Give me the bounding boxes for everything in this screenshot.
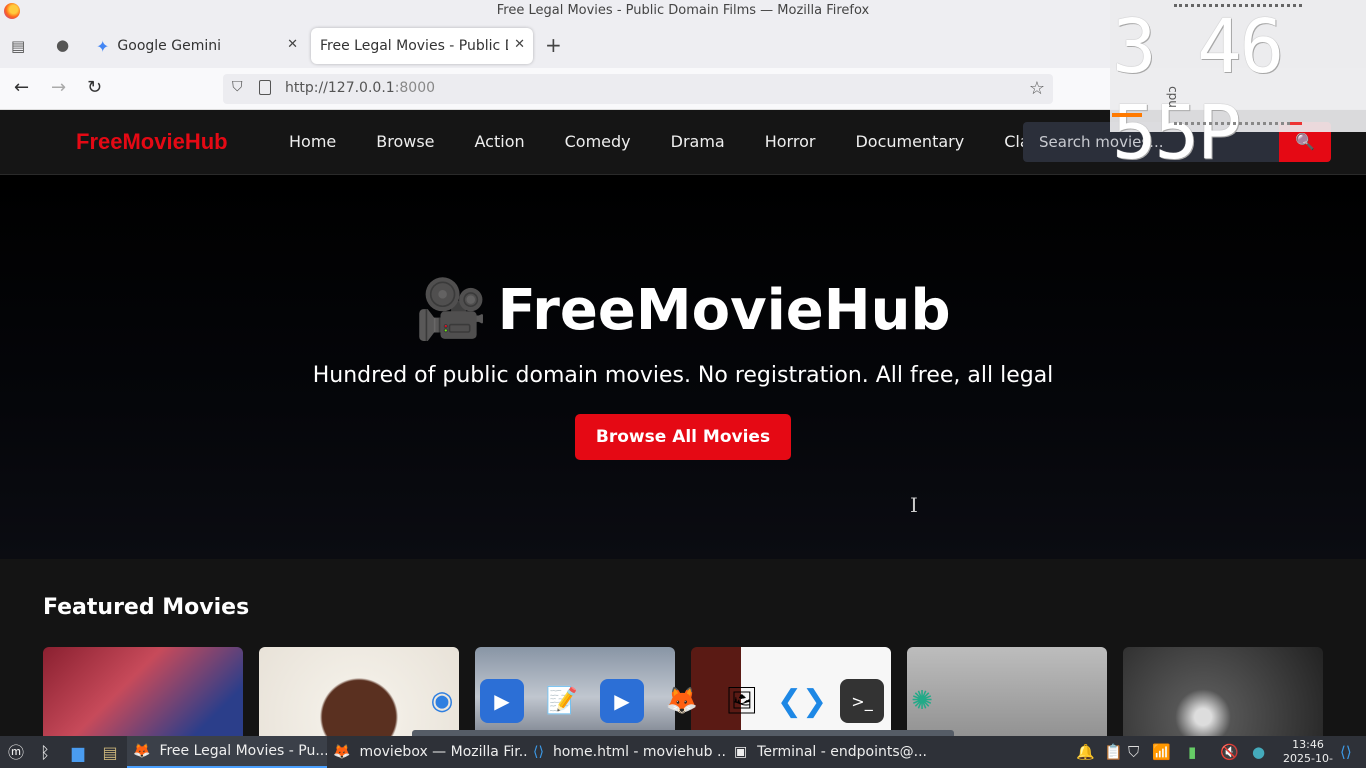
menu-item-comedy[interactable]: Comedy <box>565 132 631 151</box>
firefox-icon[interactable]: 🦊 <box>660 679 704 723</box>
menu-item-home[interactable]: Home <box>289 132 336 151</box>
terminal-icon[interactable]: >_ <box>840 679 884 723</box>
update-icon[interactable]: ● <box>1252 743 1265 761</box>
menu-item-documentary[interactable]: Documentary <box>855 132 964 151</box>
text-editor-icon[interactable]: 📝 <box>540 679 584 723</box>
bluetooth-icon[interactable]: ᛒ <box>35 743 55 763</box>
page-info-icon[interactable] <box>259 80 271 95</box>
menu-icon[interactable]: ⓜ <box>6 743 26 763</box>
menu-item-drama[interactable]: Drama <box>671 132 725 151</box>
clipboard-icon[interactable]: 📋 <box>1104 743 1123 761</box>
video-player-icon[interactable]: ▶ <box>480 679 524 723</box>
text-cursor-icon: I <box>910 493 918 517</box>
system-taskbar: ⓜ ᛒ ▆ ▤ 🦊 Free Legal Movies - Pu... 🦊 movi… <box>0 736 1366 768</box>
terminal-icon: ▣ <box>733 744 748 760</box>
hero-title: 🎥 FreeMovieHub <box>415 275 951 343</box>
hero-subtitle: Hundred of public domain movies. No regi… <box>312 363 1054 388</box>
vscode-icon: ⟨⟩ <box>533 744 544 760</box>
movie-card-thumbnail[interactable] <box>1123 647 1323 747</box>
github-icon[interactable]: ● <box>56 36 69 54</box>
tab-overview-icon[interactable]: ▤ <box>11 37 25 55</box>
taskbar-task[interactable]: ⟨⟩ home.html - moviehub ... <box>527 736 727 768</box>
image-viewer-icon[interactable]: 🖼 <box>720 679 764 723</box>
thunderbird-icon[interactable]: ◉ <box>420 679 464 723</box>
reload-icon[interactable]: ↻ <box>87 77 102 98</box>
shield-icon[interactable]: ⛉ <box>232 79 243 95</box>
tab-label: Free Legal Movies - Public Domain Films <box>320 38 508 54</box>
back-icon[interactable]: ← <box>14 77 29 98</box>
wifi-icon[interactable]: 📶 <box>1152 743 1171 761</box>
movie-camera-icon: 🎥 <box>415 275 488 343</box>
url-text[interactable]: http://127.0.0.1:8000 <box>285 80 435 96</box>
clock-digits: 3 46 55P <box>1112 4 1284 176</box>
forward-icon[interactable]: → <box>51 77 66 98</box>
shield-icon[interactable]: ⛉ <box>1128 743 1139 761</box>
clock-widget: 3 46 55P cpu <box>1110 0 1366 176</box>
menu-item-browse[interactable]: Browse <box>376 132 434 151</box>
aperture-icon[interactable]: ✺ <box>900 679 944 723</box>
site-logo[interactable]: FreeMovieHub <box>76 129 228 155</box>
vscode-icon[interactable]: ❮❯ <box>777 679 827 723</box>
tab-google-gemini[interactable]: ✦ Google Gemini ✕ <box>84 28 306 64</box>
close-tab-icon[interactable]: ✕ <box>514 37 525 52</box>
taskbar-clock[interactable]: 13:46 2025-10-10 <box>1278 738 1338 768</box>
tab-label: Google Gemini <box>117 38 221 54</box>
battery-icon[interactable]: ▮ <box>1188 743 1196 761</box>
taskbar-task[interactable]: 🦊 Free Legal Movies - Pu... <box>127 736 327 768</box>
cpu-label: cpu <box>1165 86 1180 108</box>
vscode-icon[interactable]: ⟨⟩ <box>1340 743 1352 761</box>
new-tab-icon[interactable]: + <box>545 33 562 57</box>
browse-all-movies-button[interactable]: Browse All Movies <box>575 414 791 460</box>
notification-bell-icon[interactable]: 🔔 <box>1076 743 1095 761</box>
bookmark-star-icon[interactable]: ☆ <box>1029 78 1045 99</box>
gemini-icon: ✦ <box>96 36 110 56</box>
menu-item-horror[interactable]: Horror <box>765 132 816 151</box>
taskbar-task[interactable]: 🦊 moviebox — Mozilla Fir... <box>327 736 527 768</box>
memory-meter <box>1174 122 1302 126</box>
cpu-bar <box>1112 113 1142 117</box>
taskbar-task[interactable]: ▣ Terminal - endpoints@... <box>727 736 927 768</box>
file-manager-icon[interactable]: ▤ <box>100 743 120 763</box>
featured-heading: Featured Movies <box>43 595 250 620</box>
firefox-icon: 🦊 <box>133 743 151 759</box>
url-bar[interactable]: ⛉ http://127.0.0.1:8000 ☆ <box>223 74 1053 104</box>
volume-muted-icon[interactable]: 🔇 <box>1220 743 1239 761</box>
close-tab-icon[interactable]: ✕ <box>287 37 298 52</box>
tab-free-legal-movies[interactable]: Free Legal Movies - Public Domain Films … <box>311 28 533 64</box>
desktop-icon[interactable]: ▆ <box>68 743 88 763</box>
main-menu: Home Browse Action Comedy Drama Horror D… <box>289 132 1060 151</box>
firefox-icon: 🦊 <box>333 744 351 760</box>
app-dock: ◉ ▶ 📝 ▶ 🦊 🖼 ❮❯ >_ ✺ <box>412 675 954 736</box>
video-player-icon[interactable]: ▶ <box>600 679 644 723</box>
menu-item-action[interactable]: Action <box>475 132 525 151</box>
movie-card-thumbnail[interactable] <box>43 647 243 747</box>
hero-section: 🎥 FreeMovieHub Hundred of public domain m… <box>0 175 1366 559</box>
